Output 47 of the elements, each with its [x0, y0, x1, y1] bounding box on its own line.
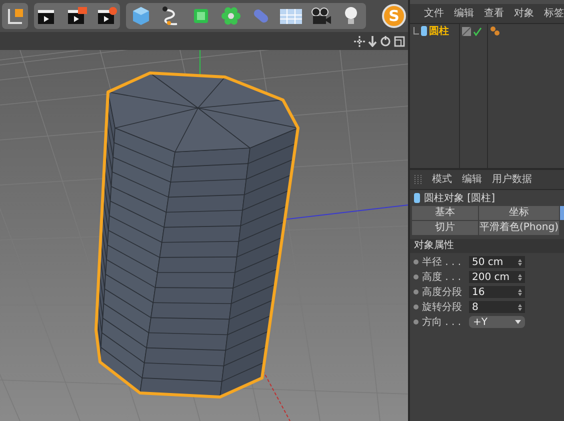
- spinner-icon[interactable]: [518, 274, 522, 280]
- cylinder-icon: [421, 26, 427, 36]
- cylinder-icon: [414, 193, 420, 203]
- field-label: 旋转分段: [422, 300, 463, 314]
- maximize-icon[interactable]: [394, 36, 405, 46]
- tab[interactable]: 切片: [412, 221, 478, 235]
- layer-icon[interactable]: [462, 26, 471, 36]
- viewport[interactable]: [0, 50, 408, 421]
- menu-item[interactable]: 模式: [432, 172, 452, 187]
- menu-item[interactable]: 用户数据: [492, 172, 532, 187]
- number-field[interactable]: 200 cm: [469, 271, 525, 283]
- field-label: 半径 . . .: [422, 256, 462, 270]
- radio-dot-icon[interactable]: [413, 289, 419, 295]
- tag-icon[interactable]: [490, 26, 500, 36]
- field-label: 高度 . . .: [422, 270, 462, 284]
- spinner-icon[interactable]: [518, 258, 522, 266]
- object-title: 圆柱对象 [圆柱]: [424, 192, 495, 206]
- object-name[interactable]: 圆柱: [429, 24, 449, 38]
- caret-icon: [515, 320, 521, 324]
- grip-icon[interactable]: [414, 174, 422, 184]
- number-field[interactable]: 50 cm: [469, 256, 525, 268]
- menu-item[interactable]: 查看: [484, 6, 504, 21]
- tab[interactable]: 平滑着色(Phong): [479, 221, 559, 235]
- spinner-icon[interactable]: [518, 304, 522, 310]
- rotate-icon[interactable]: [380, 36, 391, 46]
- number-field[interactable]: 16: [469, 286, 525, 298]
- menu-item[interactable]: 编辑: [462, 172, 482, 187]
- move-icon[interactable]: [354, 36, 365, 46]
- spinner-icon[interactable]: [518, 288, 522, 296]
- menu-item[interactable]: 编辑: [454, 6, 474, 21]
- tree-line-icon: [413, 27, 419, 35]
- number-field[interactable]: 8: [469, 301, 525, 313]
- down-arrow-icon[interactable]: [368, 36, 377, 46]
- menu-item[interactable]: 对象: [514, 6, 534, 21]
- field-label: 方向 . . .: [422, 316, 462, 330]
- tab[interactable]: 基本: [412, 206, 478, 220]
- menu-item[interactable]: 标签: [544, 6, 564, 21]
- radio-dot-icon[interactable]: [413, 274, 419, 280]
- field-label: 高度分段: [422, 286, 463, 300]
- check-icon[interactable]: [473, 26, 482, 36]
- tab[interactable]: 坐标: [479, 206, 559, 220]
- radio-dot-icon[interactable]: [413, 304, 419, 310]
- menu-item[interactable]: 文件: [424, 6, 444, 21]
- section-header: 对象属性: [410, 239, 564, 253]
- radio-dot-icon[interactable]: [413, 319, 419, 325]
- dropdown[interactable]: +Y: [469, 316, 525, 328]
- radio-dot-icon[interactable]: [413, 259, 419, 265]
